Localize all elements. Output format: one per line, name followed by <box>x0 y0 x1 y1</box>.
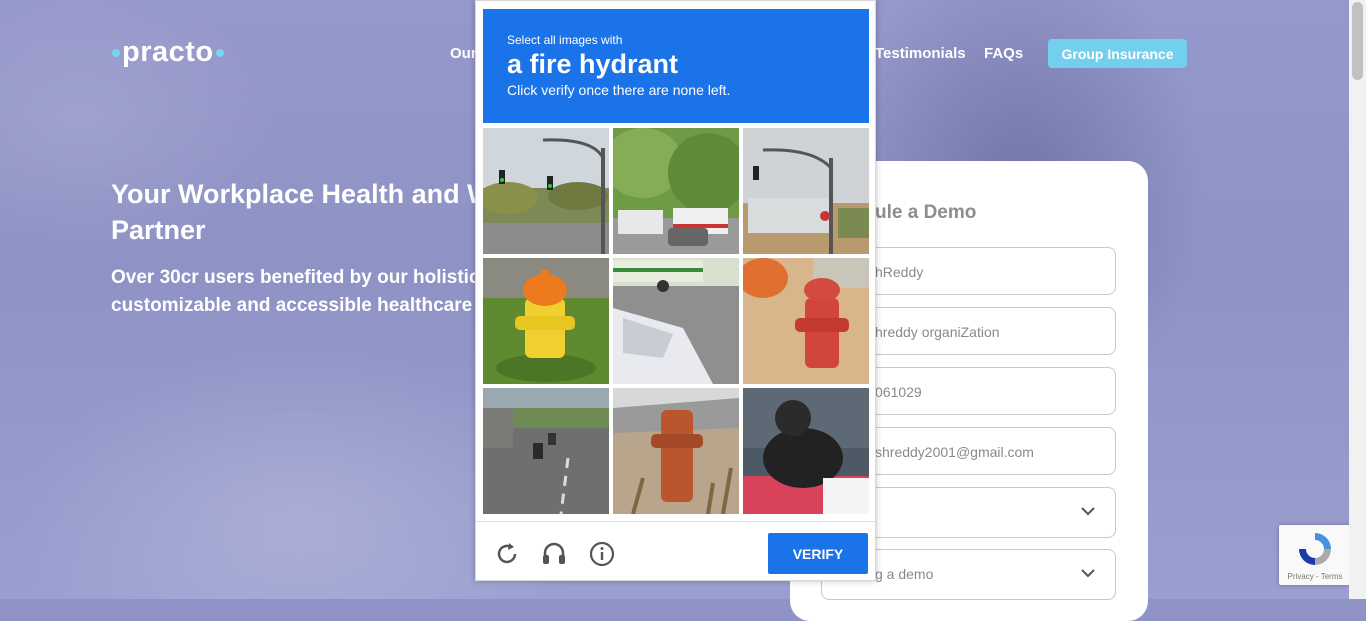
captcha-tile-3[interactable] <box>743 128 869 254</box>
captcha-tile-7[interactable] <box>483 388 609 514</box>
chevron-down-icon <box>1081 569 1095 578</box>
organization-field-value: hreddy organiZation <box>875 324 1000 340</box>
nav-item-our[interactable]: Our <box>450 45 477 62</box>
verify-button[interactable]: VERIFY <box>768 533 868 574</box>
email-field-value: shreddy2001@gmail.com <box>875 444 1034 460</box>
logo-dot-icon <box>215 48 224 57</box>
tile-image <box>613 128 739 254</box>
scrollbar[interactable] <box>1349 0 1366 599</box>
captcha-challenge: Select all images with a fire hydrant Cl… <box>475 0 876 581</box>
captcha-target: a fire hydrant <box>507 49 679 79</box>
nav-item-faqs[interactable]: FAQs <box>984 45 1023 62</box>
captcha-header: Select all images with a fire hydrant Cl… <box>483 9 869 123</box>
logo-text: practo <box>122 36 214 68</box>
logo-dot-icon <box>112 48 120 57</box>
tile-image <box>483 258 609 384</box>
recaptcha-badge[interactable]: Privacy - Terms <box>1279 525 1351 585</box>
captcha-tile-2[interactable] <box>613 128 739 254</box>
tile-image <box>483 128 609 254</box>
name-field-value: hReddy <box>875 264 924 280</box>
captcha-tile-8[interactable] <box>613 388 739 514</box>
recaptcha-logo-icon <box>1299 533 1331 565</box>
captcha-instruction-bottom: Click verify once there are none left. <box>507 82 731 98</box>
form-title: ule a Demo <box>875 202 977 223</box>
captcha-tile-9[interactable] <box>743 388 869 514</box>
phone-field-value: 061029 <box>875 384 922 400</box>
select-value: g a demo <box>875 566 934 582</box>
badge-text[interactable]: Privacy - Terms <box>1279 572 1351 581</box>
group-insurance-button[interactable]: Group Insurance <box>1048 39 1187 68</box>
captcha-instruction-top: Select all images with <box>507 33 623 47</box>
scroll-thumb[interactable] <box>1352 2 1363 80</box>
tile-image <box>613 388 739 514</box>
captcha-tile-6[interactable] <box>743 258 869 384</box>
chevron-down-icon <box>1081 507 1095 516</box>
captcha-footer: VERIFY <box>476 521 875 582</box>
captcha-tile-1[interactable] <box>483 128 609 254</box>
reload-icon[interactable] <box>493 540 521 568</box>
practo-logo[interactable]: practo <box>110 36 226 69</box>
nav-item-testimonials[interactable]: Testimonials <box>875 45 966 62</box>
captcha-tile-4[interactable] <box>483 258 609 384</box>
tile-image <box>613 258 739 384</box>
captcha-tile-5[interactable] <box>613 258 739 384</box>
tile-image <box>743 258 869 384</box>
audio-challenge-icon[interactable] <box>540 540 568 568</box>
info-icon[interactable] <box>588 540 616 568</box>
tile-image <box>743 388 869 514</box>
tile-image <box>483 388 609 514</box>
tile-image <box>743 128 869 254</box>
